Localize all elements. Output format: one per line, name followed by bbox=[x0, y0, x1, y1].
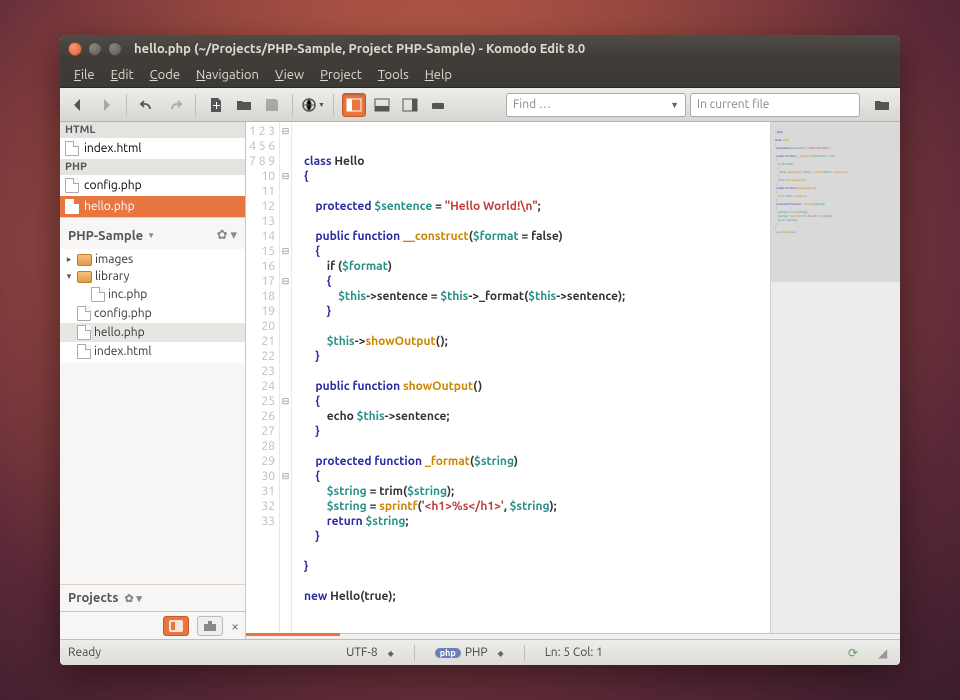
window-title: hello.php (~/Projects/PHP-Sample, Projec… bbox=[134, 42, 585, 56]
file-icon bbox=[91, 287, 105, 302]
status-cursor-position: Ln: 5 Col: 1 bbox=[545, 646, 603, 659]
forward-button[interactable] bbox=[94, 93, 118, 117]
tree-row[interactable]: ▾ library bbox=[60, 268, 245, 285]
bottom-pane-toggle[interactable] bbox=[370, 93, 394, 117]
sidebar: HTML index.html PHP config.php hello.php PHP… bbox=[60, 122, 246, 639]
toolbox-tab[interactable] bbox=[197, 616, 223, 636]
code-content[interactable]: class Hello { protected $sentence = "Hel… bbox=[292, 122, 770, 633]
open-files-group-header: HTML bbox=[60, 122, 245, 138]
status-encoding[interactable]: UTF-8◆ bbox=[346, 646, 394, 659]
tree-label: inc.php bbox=[108, 288, 147, 301]
projects-footer[interactable]: Projects ✿ ▾ bbox=[60, 584, 245, 611]
file-icon bbox=[77, 306, 91, 321]
browser-preview-button[interactable]: ▼ bbox=[301, 93, 325, 117]
right-pane-toggle[interactable] bbox=[398, 93, 422, 117]
resize-grip[interactable]: ◢ bbox=[878, 646, 892, 660]
tree-label: hello.php bbox=[94, 326, 145, 339]
menu-help[interactable]: Help bbox=[417, 66, 460, 84]
open-file-button[interactable] bbox=[232, 93, 256, 117]
tree-twisty-icon[interactable]: ▾ bbox=[64, 271, 74, 282]
places-tab[interactable] bbox=[163, 616, 189, 636]
editor[interactable]: 1 2 3 4 5 6 7 8 9 10 11 12 13 14 15 16 1… bbox=[246, 122, 900, 633]
line-number-gutter: 1 2 3 4 5 6 7 8 9 10 11 12 13 14 15 16 1… bbox=[246, 122, 280, 633]
file-icon bbox=[65, 199, 79, 214]
undo-button[interactable] bbox=[135, 93, 159, 117]
projects-label: Projects bbox=[68, 591, 119, 605]
file-icon bbox=[77, 344, 91, 359]
tree-label: images bbox=[95, 253, 133, 266]
tree-row[interactable]: config.php bbox=[60, 304, 245, 323]
statusbar: Ready UTF-8◆ phpPHP◆ Ln: 5 Col: 1 ⟳ ◢ bbox=[60, 639, 900, 665]
editor-tab-strip bbox=[246, 633, 900, 639]
tree-row[interactable]: hello.php bbox=[60, 323, 245, 342]
new-file-button[interactable] bbox=[204, 93, 228, 117]
window-maximize-button[interactable] bbox=[108, 42, 122, 56]
tree-label: library bbox=[95, 270, 129, 283]
menu-edit[interactable]: Edit bbox=[103, 66, 142, 84]
close-pane-button[interactable]: × bbox=[231, 618, 239, 634]
tree-row[interactable]: inc.php bbox=[60, 285, 245, 304]
file-icon bbox=[65, 178, 79, 193]
app-window: hello.php (~/Projects/PHP-Sample, Projec… bbox=[60, 35, 900, 665]
file-icon bbox=[77, 325, 91, 340]
gear-icon[interactable]: ✿ ▾ bbox=[125, 592, 142, 605]
open-file-label: index.html bbox=[84, 142, 142, 155]
tree-twisty-icon[interactable]: ▸ bbox=[64, 254, 74, 265]
menu-code[interactable]: Code bbox=[142, 66, 188, 84]
project-tree: ▸ images ▾ library inc.php config.php hello.ph… bbox=[60, 249, 245, 363]
left-pane-toggle[interactable] bbox=[342, 93, 366, 117]
toggle-panes-button[interactable] bbox=[426, 93, 450, 117]
project-header[interactable]: PHP-Sample ▼ ✿ ▾ bbox=[60, 217, 245, 249]
back-button[interactable] bbox=[66, 93, 90, 117]
status-ready: Ready bbox=[68, 646, 101, 659]
open-file-item[interactable]: config.php bbox=[60, 175, 245, 196]
open-files-group-header: PHP bbox=[60, 159, 245, 175]
save-button[interactable] bbox=[260, 93, 284, 117]
active-tab-indicator bbox=[246, 633, 340, 636]
minimap[interactable]: <?php class Hello { protected $sentence … bbox=[770, 122, 900, 633]
tree-row[interactable]: ▸ images bbox=[60, 251, 245, 268]
redo-button[interactable] bbox=[163, 93, 187, 117]
find-combo[interactable]: Find …▼ bbox=[506, 93, 686, 117]
status-language[interactable]: phpPHP◆ bbox=[435, 646, 504, 659]
open-file-item[interactable]: index.html bbox=[60, 138, 245, 159]
open-file-label: config.php bbox=[84, 179, 142, 192]
tree-row[interactable]: index.html bbox=[60, 342, 245, 361]
fold-column[interactable]: ⊟⊟⊟⊟⊟⊟ bbox=[280, 122, 292, 633]
tree-label: config.php bbox=[94, 307, 152, 320]
toolbar: ▼ Find …▼ In current file bbox=[60, 88, 900, 122]
open-file-label: hello.php bbox=[84, 200, 135, 213]
menu-tools[interactable]: Tools bbox=[370, 66, 417, 84]
file-icon bbox=[65, 141, 79, 156]
body-area: HTML index.html PHP config.php hello.php PHP… bbox=[60, 122, 900, 639]
open-folder-button[interactable] bbox=[870, 93, 894, 117]
menubar: File Edit Code Navigation View Project T… bbox=[60, 63, 900, 88]
find-scope-input[interactable]: In current file bbox=[690, 93, 860, 117]
sidebar-bottom-tabs: × bbox=[60, 611, 245, 639]
window-close-button[interactable] bbox=[68, 42, 82, 56]
open-files-pane: HTML index.html PHP config.php hello.php bbox=[60, 122, 245, 217]
menu-project[interactable]: Project bbox=[312, 66, 370, 84]
folder-icon bbox=[77, 271, 92, 283]
window-minimize-button[interactable] bbox=[88, 42, 102, 56]
tree-label: index.html bbox=[94, 345, 152, 358]
titlebar: hello.php (~/Projects/PHP-Sample, Projec… bbox=[60, 35, 900, 63]
menu-navigation[interactable]: Navigation bbox=[188, 66, 267, 84]
menu-file[interactable]: File bbox=[66, 66, 103, 84]
project-name: PHP-Sample bbox=[68, 229, 143, 243]
gear-icon[interactable]: ✿ ▾ bbox=[217, 228, 237, 243]
chevron-down-icon: ▼ bbox=[147, 231, 155, 240]
menu-view[interactable]: View bbox=[267, 66, 312, 84]
sync-icon[interactable]: ⟳ bbox=[848, 646, 858, 660]
folder-icon bbox=[77, 254, 92, 266]
open-file-item[interactable]: hello.php bbox=[60, 196, 245, 217]
